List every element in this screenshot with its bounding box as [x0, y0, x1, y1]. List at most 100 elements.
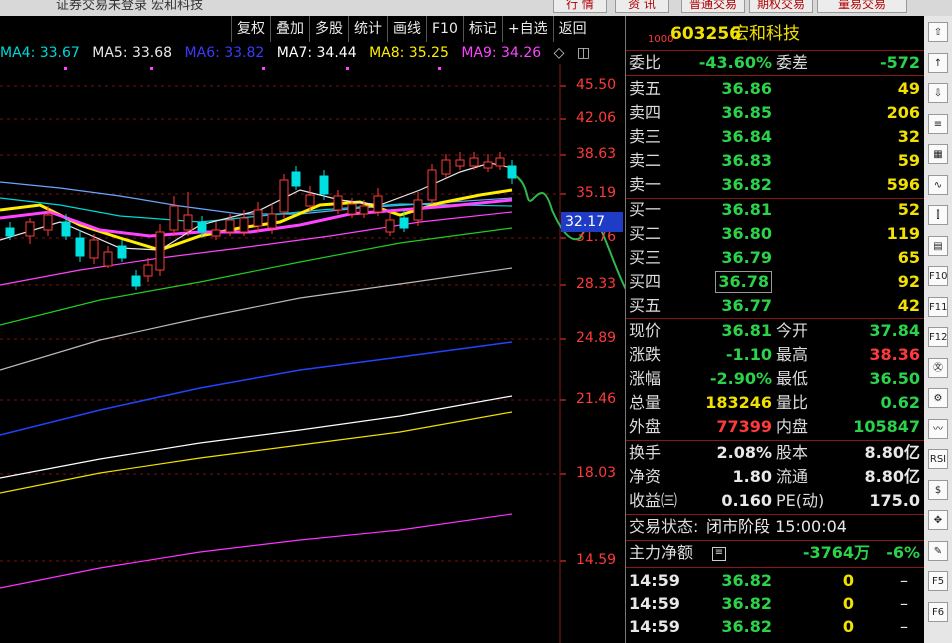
- f11-icon[interactable]: F11: [928, 296, 948, 317]
- sell-row[interactable]: 卖一 36.82 596: [626, 173, 922, 197]
- sell-row[interactable]: 卖四 36.85 206: [626, 101, 922, 125]
- stock-name: 宏和科技: [732, 24, 800, 44]
- gear-icon[interactable]: ⚙: [928, 388, 948, 408]
- buy-row[interactable]: 买二 36.80 119: [626, 222, 922, 246]
- tick-time: 14:59: [629, 571, 680, 590]
- candle-body: [5, 227, 15, 237]
- candle-body: [385, 219, 395, 233]
- tick-mark: –: [900, 617, 908, 636]
- candle-body: [373, 195, 383, 213]
- candle-body: [225, 219, 235, 233]
- info-label[interactable]: 收益㈢: [629, 489, 677, 513]
- arrow-up-icon[interactable]: ↑: [928, 52, 948, 73]
- arrow-down-icon[interactable]: ⇩: [928, 83, 948, 103]
- weibi-label: 委比: [629, 53, 662, 72]
- candle-body: [347, 203, 357, 215]
- candle-body: [359, 205, 369, 215]
- list-icon[interactable]: ≡: [928, 113, 948, 134]
- sell-row[interactable]: 卖五 36.86 49: [626, 77, 922, 101]
- sell-price: 36.84: [721, 127, 772, 146]
- option-trade-button[interactable]: 期权交易: [749, 0, 813, 13]
- candle-body: [267, 213, 277, 229]
- buy-volume: 52: [897, 200, 920, 219]
- price-tick: 24.89: [576, 330, 617, 346]
- stat-label: 内盘: [776, 417, 809, 436]
- stat-label: 涨跌: [629, 345, 662, 364]
- stock-code: 603256: [670, 24, 741, 44]
- tick-row: 14:59 36.82 0 –: [626, 592, 922, 616]
- stat-value: -2.90%: [709, 369, 772, 388]
- stat-value: 38.36: [869, 345, 920, 364]
- candle-body: [333, 195, 343, 211]
- candle-body: [291, 171, 301, 187]
- quote-panel: 1000 603256 宏和科技 委比 -43.60% 委差 -572 卖五 3…: [625, 16, 924, 643]
- pencil-icon[interactable]: ✎: [928, 540, 948, 561]
- dollar-icon[interactable]: $: [928, 479, 948, 500]
- stat-value: -1.10: [725, 345, 772, 364]
- weicha-value: -572: [879, 53, 920, 72]
- buy-volume: 42: [897, 296, 920, 315]
- tick-volume: 0: [842, 617, 854, 636]
- buy-volume: 92: [897, 272, 920, 291]
- info-label: 流通: [776, 467, 809, 486]
- f6-icon[interactable]: F6: [928, 601, 948, 622]
- candle-icon[interactable]: ⫿: [928, 205, 948, 225]
- price-tick: 45.50: [576, 77, 617, 93]
- normal-trade-button[interactable]: 普通交易: [681, 0, 745, 13]
- kline-chart[interactable]: [0, 0, 625, 643]
- marker-dot: [262, 67, 265, 70]
- table-icon[interactable]: ▦: [928, 144, 948, 164]
- info-value: 8.80亿: [864, 443, 920, 462]
- move-icon[interactable]: ✥: [928, 510, 948, 530]
- candle-body: [399, 217, 409, 229]
- buy-row[interactable]: 买四 36.78 92: [626, 270, 922, 294]
- tick-volume: 0: [842, 571, 854, 590]
- candle-body: [131, 275, 141, 287]
- sell-row[interactable]: 卖三 36.84 32: [626, 125, 922, 149]
- main-force-label: 主力净额: [629, 543, 694, 562]
- stat-label: 最高: [776, 345, 809, 364]
- f10-icon[interactable]: F10: [928, 266, 948, 286]
- sell-volume: 59: [897, 151, 920, 170]
- buy-row[interactable]: 买五 36.77 42: [626, 294, 922, 318]
- stat-label: 今开: [776, 321, 809, 340]
- rsi-icon[interactable]: RSI: [928, 449, 948, 469]
- weibi-value: -43.60%: [698, 53, 772, 72]
- candle-body: [155, 231, 165, 271]
- candle-body: [319, 175, 329, 195]
- tick-price: 36.82: [721, 617, 772, 636]
- line-chart-icon[interactable]: ∿: [928, 174, 948, 195]
- sell-row[interactable]: 卖二 36.83 59: [626, 149, 922, 173]
- ma-long-magenta: [0, 513, 513, 589]
- quant-trade-button[interactable]: 量易交易: [817, 0, 907, 13]
- stat-label: 总量: [629, 393, 662, 412]
- buy-row[interactable]: 买一 36.81 52: [626, 198, 922, 222]
- buy-row[interactable]: 买三 36.79 65: [626, 246, 922, 270]
- f5-icon[interactable]: F5: [928, 571, 948, 591]
- trade-status-row: 交易状态: 闭市阶段 15:00:04: [626, 515, 922, 539]
- right-tool-rail: ⇧ ↑ ⇩ ≡ ▦ ∿ ⫿ ▤ F10 F11 F12 ㉆ ⚙ 〰 RSI $ ✥ ✎ F5 F6: [924, 16, 952, 643]
- sell-price: 36.82: [721, 175, 772, 194]
- tick-price: 36.82: [721, 571, 772, 590]
- sell-label: 卖三: [629, 127, 662, 146]
- up-icon[interactable]: ⇧: [928, 22, 948, 42]
- info-value: 2.08%: [716, 443, 772, 462]
- chart-x-icon[interactable]: ㉆: [928, 357, 948, 378]
- stat-value: 36.81: [721, 321, 772, 340]
- buy-price: 36.80: [721, 224, 772, 243]
- wave-icon[interactable]: 〰: [928, 418, 948, 439]
- tick-row: 14:59 36.82 0 –: [626, 569, 922, 593]
- grid-icon[interactable]: ▤: [928, 235, 948, 256]
- main-force-list-icon[interactable]: ≡: [712, 547, 726, 561]
- info-value: 8.80亿: [864, 467, 920, 486]
- marker-dot: [346, 67, 349, 70]
- ma-long-blue: [0, 341, 513, 436]
- f12-icon[interactable]: F12: [928, 327, 948, 347]
- candle-body: [61, 221, 71, 237]
- stat-value: 0.62: [880, 393, 920, 412]
- crosshair-price-label: 32.17: [561, 212, 623, 232]
- marker-dot: [438, 67, 441, 70]
- candle-body: [441, 159, 451, 175]
- main-force-row[interactable]: 主力净额 ≡ -3764万 -6%: [626, 541, 922, 565]
- buy-price: 36.78: [715, 271, 772, 293]
